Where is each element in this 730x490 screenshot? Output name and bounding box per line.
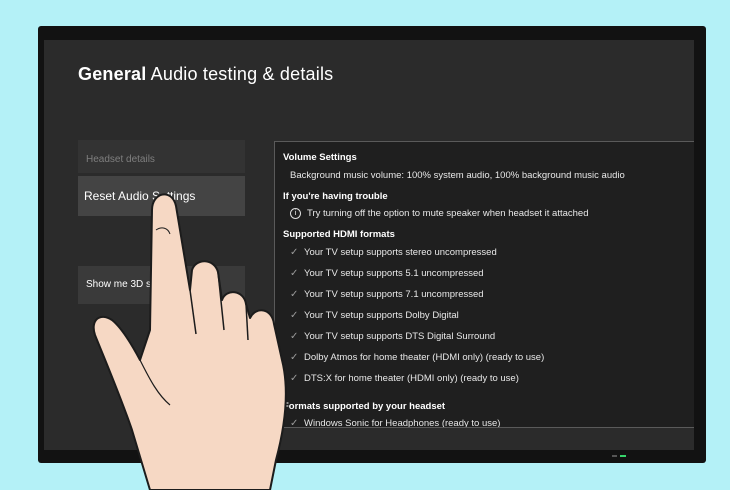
- pointing-hand-illustration: [92, 193, 287, 490]
